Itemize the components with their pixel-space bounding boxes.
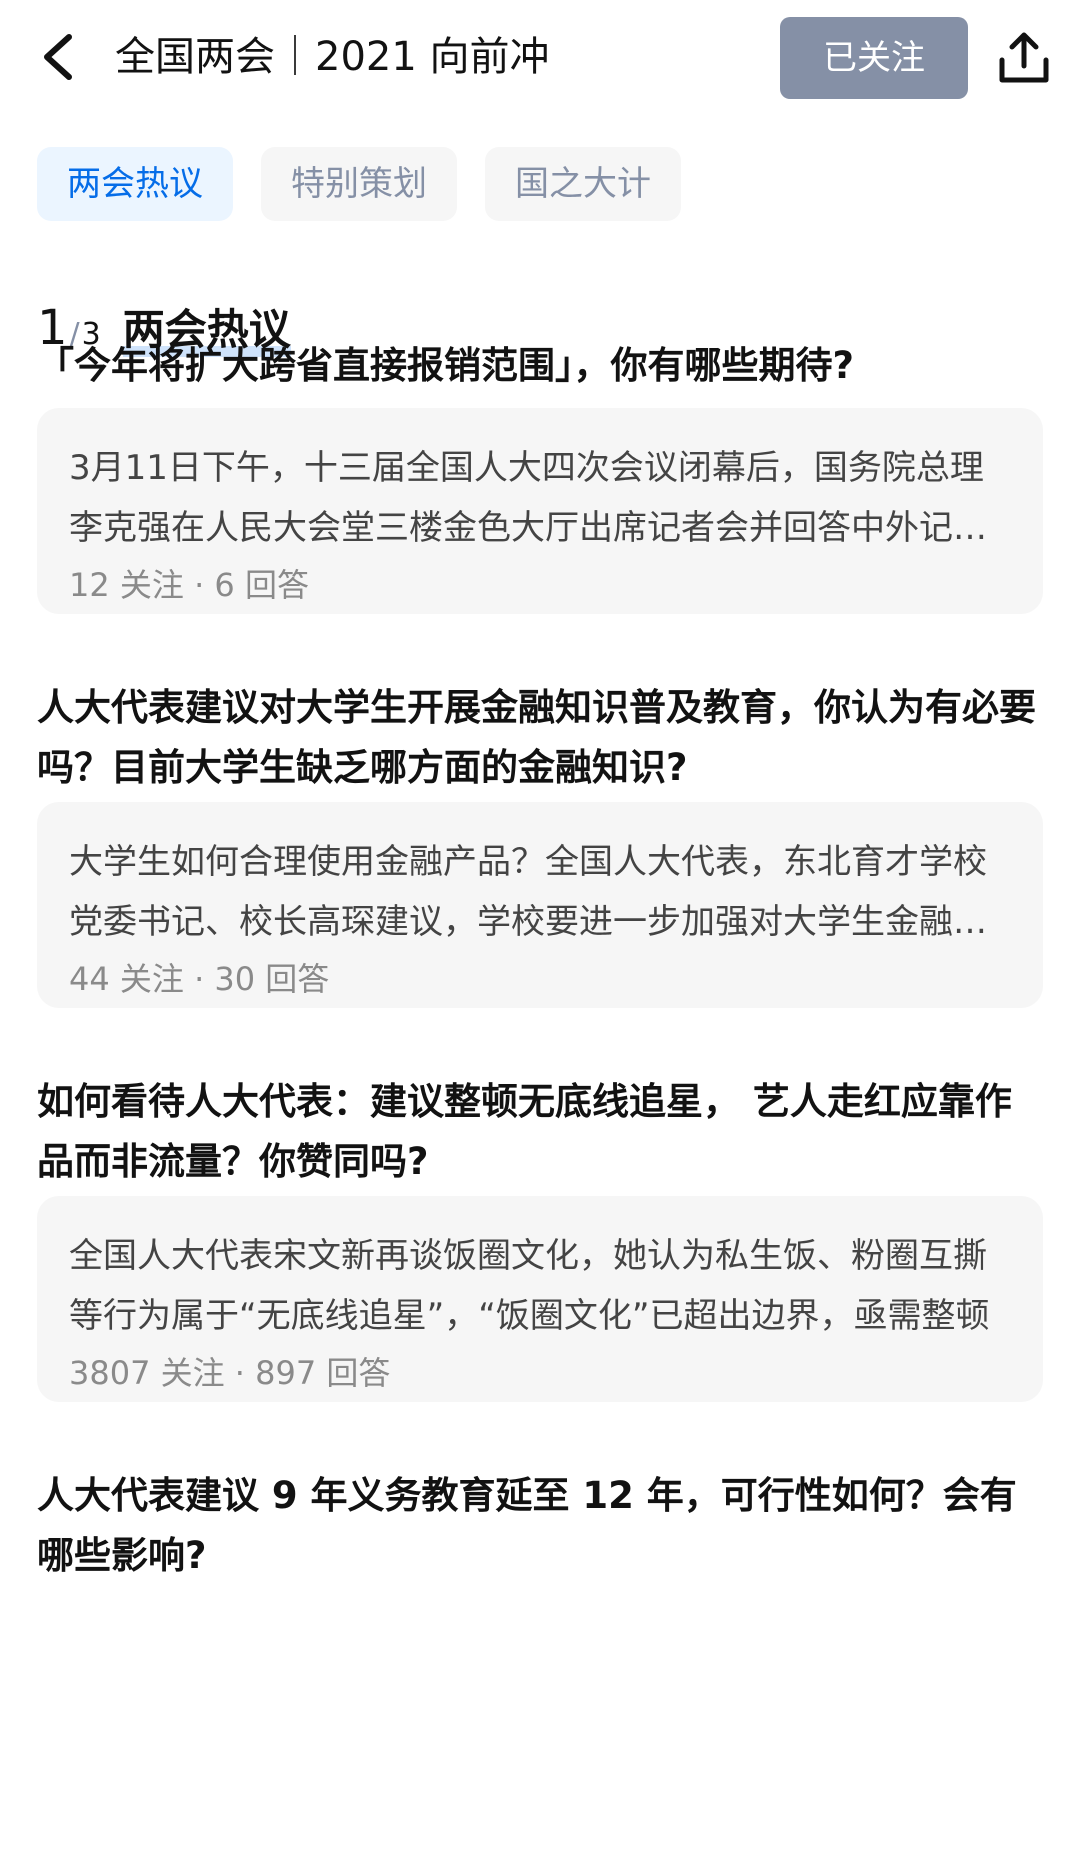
follow-button[interactable]: 已关注 bbox=[780, 17, 968, 99]
page-title: 全国两会｜2021 向前冲 bbox=[115, 34, 550, 80]
question-excerpt: 大学生如何合理使用金融产品？全国人大代表，东北育才学校党委书记、校长高琛建议，学… bbox=[69, 842, 987, 942]
question-card-1[interactable]: 3月11日下午，十三届全国人大四次会议闭幕后，国务院总理李克强在人民大会堂三楼金… bbox=[37, 408, 1043, 614]
question-excerpt: 3月11日下午，十三届全国人大四次会议闭幕后，国务院总理李克强在人民大会堂三楼金… bbox=[69, 448, 987, 548]
top-bar: 全国两会｜2021 向前冲 已关注 bbox=[0, 0, 1080, 116]
question-stats: 44 关注 · 30 回答 bbox=[69, 960, 330, 998]
question-card-3[interactable]: 全国人大代表宋文新再谈饭圈文化，她认为私生饭、粉圈互撕等行为属于“无底线追星”，… bbox=[37, 1196, 1043, 1402]
question-title-3[interactable]: 如何看待人大代表：建议整顿无底线追星， 艺人走红应靠作品而非流量？你赞同吗? bbox=[37, 1072, 1047, 1192]
tab-hot-discussion[interactable]: 两会热议 bbox=[37, 147, 233, 221]
tab-special-feature[interactable]: 特别策划 bbox=[261, 147, 457, 221]
question-excerpt: 全国人大代表宋文新再谈饭圈文化，她认为私生饭、粉圈互撕等行为属于“无底线追星”，… bbox=[69, 1236, 990, 1336]
tab-national-plan[interactable]: 国之大计 bbox=[485, 147, 681, 221]
chevron-left-icon bbox=[44, 34, 72, 80]
question-stats: 12 关注 · 6 回答 bbox=[69, 566, 309, 604]
question-title-1[interactable]: 「今年将扩大跨省直接报销范围」，你有哪些期待? bbox=[37, 336, 1047, 396]
back-button[interactable] bbox=[36, 28, 80, 86]
share-upload-icon bbox=[999, 32, 1049, 83]
share-button[interactable] bbox=[996, 30, 1052, 86]
question-card-2[interactable]: 大学生如何合理使用金融产品？全国人大代表，东北育才学校党委书记、校长高琛建议，学… bbox=[37, 802, 1043, 1008]
question-stats: 3807 关注 · 897 回答 bbox=[69, 1354, 391, 1392]
topic-tabs: 两会热议 特别策划 国之大计 bbox=[37, 147, 681, 221]
question-title-4[interactable]: 人大代表建议 9 年义务教育延至 12 年，可行性如何？会有哪些影响? bbox=[37, 1466, 1047, 1586]
question-title-2[interactable]: 人大代表建议对大学生开展金融知识普及教育，你认为有必要吗？目前大学生缺乏哪方面的… bbox=[37, 678, 1047, 798]
